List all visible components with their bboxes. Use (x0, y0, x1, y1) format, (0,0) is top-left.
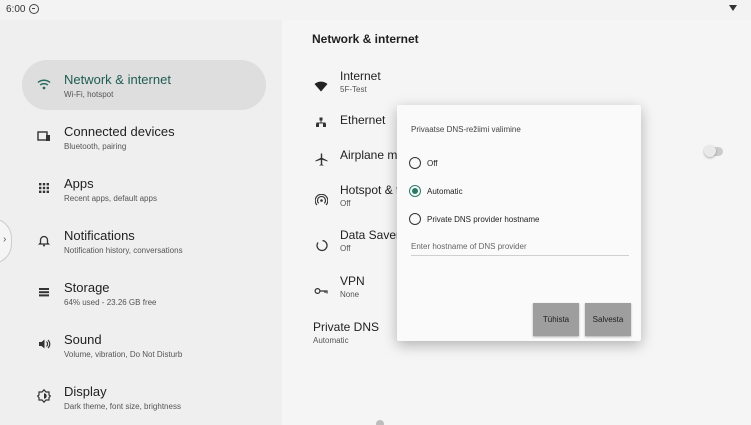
row-title: Internet (340, 69, 381, 83)
row-title: VPN (340, 274, 365, 288)
vpn-status-icon (29, 4, 39, 14)
dns-option-automatic[interactable]: Automatic (409, 183, 629, 201)
sidebar-item-title: Network & internet (64, 72, 171, 87)
row-subtitle: Automatic (313, 336, 349, 345)
airplane-icon (314, 152, 328, 166)
sidebar-item-subtitle: Recent apps, default apps (64, 194, 157, 203)
dns-hostname-input[interactable] (411, 238, 629, 256)
sidebar-item-connected-devices[interactable]: Connected devices Bluetooth, pairing (22, 112, 266, 162)
airplane-mode-toggle[interactable] (704, 145, 723, 157)
wifi-icon (36, 76, 52, 92)
sidebar-item-title: Connected devices (64, 124, 175, 139)
apps-grid-icon (36, 180, 52, 196)
volume-icon (36, 336, 52, 352)
row-title: Hotspot & t (340, 183, 400, 197)
sidebar-item-apps[interactable]: Apps Recent apps, default apps (22, 164, 266, 214)
sidebar-item-network[interactable]: Network & internet Wi-Fi, hotspot (22, 60, 266, 110)
row-subtitle: None (340, 290, 360, 299)
wifi-filled-icon (314, 79, 328, 93)
radio-label: Off (427, 159, 438, 168)
row-title: Airplane m (340, 148, 398, 162)
radio-button[interactable] (409, 213, 421, 225)
dns-option-hostname[interactable]: Private DNS provider hostname (409, 211, 629, 229)
sidebar-item-subtitle: 64% used - 23.26 GB free (64, 298, 157, 307)
row-subtitle: 5F-Test (340, 85, 367, 94)
bottom-scroll-indicator (376, 420, 384, 425)
settings-sidebar: › Network & internet Wi-Fi, hotspot Conn… (0, 20, 282, 425)
row-title: Private DNS (313, 320, 380, 334)
sidebar-item-subtitle: Wi-Fi, hotspot (64, 90, 114, 99)
save-button[interactable]: Salvesta (585, 303, 631, 336)
bell-icon (36, 232, 52, 248)
sidebar-item-title: Apps (64, 176, 94, 191)
sidebar-item-subtitle: Notification history, conversations (64, 246, 183, 255)
setting-row-internet[interactable]: Internet 5F-Test (282, 69, 751, 109)
sidebar-item-title: Display (64, 384, 107, 399)
back-gesture-handle[interactable]: › (0, 218, 12, 264)
row-title: Ethernet (340, 113, 386, 127)
sidebar-item-title: Sound (64, 332, 102, 347)
data-saver-icon (314, 238, 328, 252)
hotspot-icon (314, 193, 328, 207)
sidebar-item-subtitle: Dark theme, font size, brightness (64, 402, 181, 411)
row-title: Data Saver (340, 228, 401, 242)
radio-label: Automatic (427, 187, 463, 196)
sidebar-item-subtitle: Volume, vibration, Do Not Disturb (64, 350, 183, 359)
radio-button-checked[interactable] (409, 185, 421, 197)
row-subtitle: Off (340, 244, 351, 253)
status-time: 6:00 (6, 4, 26, 15)
cancel-button[interactable]: Tühista (533, 303, 579, 336)
sidebar-item-storage[interactable]: Storage 64% used - 23.26 GB free (22, 268, 266, 318)
status-bar: 6:00 (0, 0, 751, 20)
dns-option-off[interactable]: Off (409, 155, 629, 173)
sidebar-item-sound[interactable]: Sound Volume, vibration, Do Not Disturb (22, 320, 266, 370)
storage-icon (36, 284, 52, 300)
page-title: Network & internet (312, 32, 419, 46)
row-subtitle: Off (340, 199, 351, 208)
radio-label: Private DNS provider hostname (427, 215, 540, 224)
devices-icon (36, 128, 52, 144)
sidebar-item-notifications[interactable]: Notifications Notification history, conv… (22, 216, 266, 266)
brightness-icon (36, 388, 52, 404)
private-dns-dialog: Privaatse DNS-režiimi valimine Off Autom… (397, 105, 641, 341)
wifi-signal-icon (729, 5, 737, 11)
dialog-title: Privaatse DNS-režiimi valimine (411, 125, 521, 134)
sidebar-item-subtitle: Bluetooth, pairing (64, 142, 127, 151)
sidebar-item-title: Notifications (64, 228, 135, 243)
vpn-key-icon (314, 284, 328, 298)
sidebar-item-display[interactable]: Display Dark theme, font size, brightnes… (22, 372, 266, 422)
ethernet-icon (314, 116, 328, 130)
radio-button[interactable] (409, 157, 421, 169)
sidebar-item-title: Storage (64, 280, 110, 295)
